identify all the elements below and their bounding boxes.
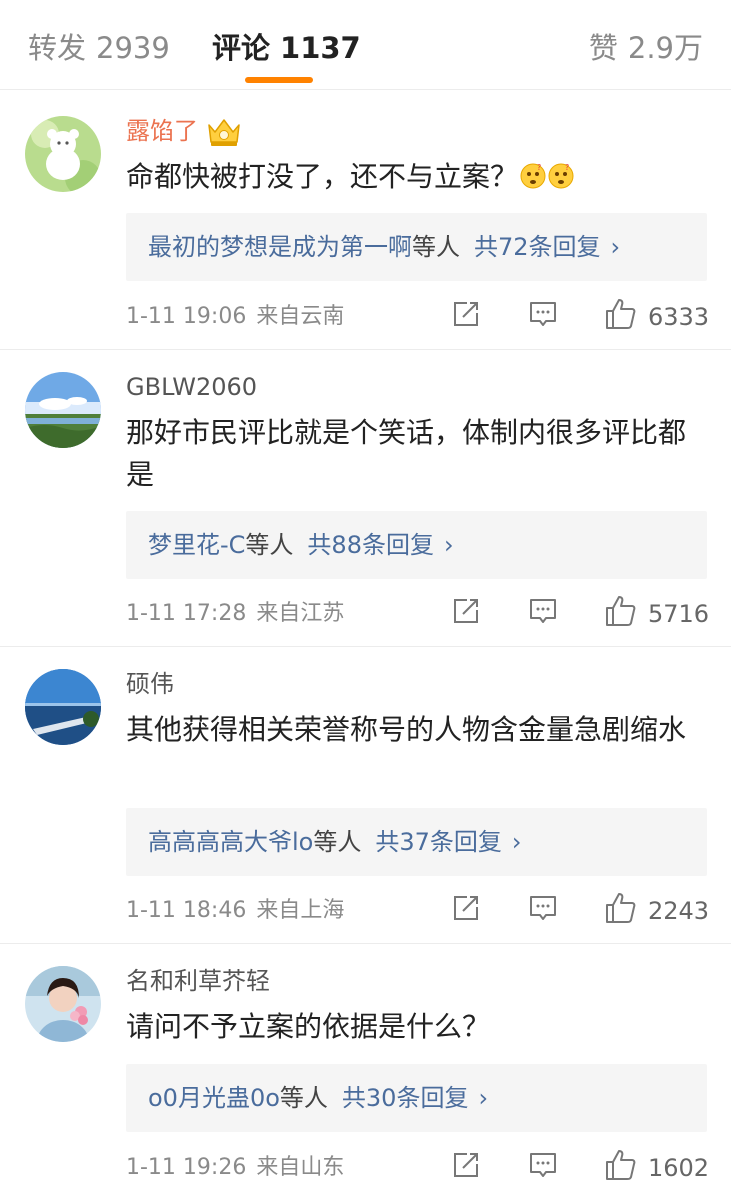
comment-item: 露馅了 命都快被打没了，还不与立案？ ? ? 最初的梦想是成为第一啊等人 共72条… xyxy=(0,94,731,350)
comment-text: 其他获得相关荣誉称号的人物含金量急剧缩水 xyxy=(126,709,711,751)
reply-suffix: 等人 xyxy=(245,531,294,559)
like-icon[interactable] xyxy=(604,297,638,333)
reply-preview[interactable]: 高高高高大爷lo等人 共37条回复 › xyxy=(126,808,707,876)
comment-text: 请问不予立案的依据是什么？ xyxy=(126,1006,711,1048)
comment-meta: 1-11 19:06 来自云南 xyxy=(126,301,344,333)
avatar[interactable] xyxy=(25,966,101,1042)
reply-suffix: 等人 xyxy=(313,828,362,856)
username-text: 名和利草芥轻 xyxy=(126,967,270,995)
avatar[interactable] xyxy=(25,372,101,448)
comment-text-body: 请问不予立案的依据是什么？ xyxy=(126,1010,491,1043)
avatar[interactable] xyxy=(25,116,101,192)
comment-source: 来自上海 xyxy=(256,898,345,923)
comment-icon[interactable] xyxy=(528,893,558,929)
comment-item: GBLW2060 那好市民评比就是个笑话，体制内很多评比都是 梦里花-C等人 共8… xyxy=(0,350,731,647)
reply-user-name[interactable]: 最初的梦想是成为第一啊 xyxy=(148,233,412,261)
reply-count: 共72条回复 xyxy=(474,233,601,261)
comment-icon[interactable] xyxy=(528,596,558,632)
tab-repost-label: 转发 xyxy=(28,31,87,65)
reply-preview[interactable]: 梦里花-C等人 共88条回复 › xyxy=(126,511,707,579)
chevron-right-icon: › xyxy=(443,531,454,559)
chevron-right-icon: › xyxy=(511,828,522,856)
tab-likes-label: 赞 xyxy=(588,31,618,65)
reply-preview[interactable]: o0月光蛊0o等人 共30条回复 › xyxy=(126,1064,707,1132)
reply-user-name[interactable]: 高高高高大爷lo xyxy=(148,828,313,856)
svg-text:?: ? xyxy=(537,163,541,172)
reply-user-name[interactable]: o0月光蛊0o xyxy=(148,1084,280,1112)
svg-text:?: ? xyxy=(565,163,569,172)
reply-count: 共30条回复 xyxy=(341,1084,469,1112)
reply-user-name[interactable]: 梦里花-C xyxy=(148,531,245,559)
tab-comments-count: 1137 xyxy=(280,31,361,65)
comment-time: 1-11 17:28 xyxy=(126,601,247,626)
comment-time: 1-11 19:06 xyxy=(126,304,247,329)
tab-comments[interactable]: 评论 1137 xyxy=(212,28,361,68)
username-text: 露馅了 xyxy=(126,117,198,145)
tab-repost-count: 2939 xyxy=(96,31,170,65)
chevron-right-icon: › xyxy=(610,233,621,261)
tab-repost[interactable]: 转发 2939 xyxy=(28,28,170,68)
reply-suffix: 等人 xyxy=(279,1084,328,1112)
confused-face-icon: ? xyxy=(520,159,546,189)
username-text: 硕伟 xyxy=(126,670,174,698)
like-icon[interactable] xyxy=(604,891,638,927)
comment-time: 1-11 19:26 xyxy=(126,1155,247,1180)
comment-text-body: 其他获得相关荣誉称号的人物含金量急剧缩水 xyxy=(126,713,687,746)
avatar[interactable] xyxy=(25,669,101,745)
reply-count: 共88条回复 xyxy=(307,531,434,559)
comment-tabs: 转发 2939 评论 1137 赞 2.9万 xyxy=(0,0,731,90)
confused-face-icon: ? xyxy=(548,159,574,189)
comment-text-body: 命都快被打没了，还不与立案？ xyxy=(126,160,519,193)
reply-preview[interactable]: 最初的梦想是成为第一啊等人 共72条回复 › xyxy=(126,213,707,281)
repost-icon[interactable] xyxy=(451,1150,481,1186)
like-count: 2243 xyxy=(648,897,710,925)
username[interactable]: GBLW2060 xyxy=(126,370,257,404)
like-count: 6333 xyxy=(648,303,710,331)
repost-icon[interactable] xyxy=(451,299,481,335)
comment-meta: 1-11 19:26 来自山东 xyxy=(126,1152,344,1184)
crown-icon xyxy=(204,116,244,148)
like-count: 1602 xyxy=(648,1154,710,1182)
comment-time: 1-11 18:46 xyxy=(126,898,247,923)
comment-text: 那好市民评比就是个笑话，体制内很多评比都是 xyxy=(126,412,711,496)
username[interactable]: 露馅了 xyxy=(126,114,244,148)
comment-source: 来自江苏 xyxy=(256,601,345,626)
comment-meta: 1-11 17:28 来自江苏 xyxy=(126,598,344,630)
comment-source: 来自山东 xyxy=(256,1155,345,1180)
username[interactable]: 名和利草芥轻 xyxy=(126,964,270,998)
repost-icon[interactable] xyxy=(451,893,481,929)
username-text: GBLW2060 xyxy=(126,373,258,401)
like-count: 5716 xyxy=(648,600,710,628)
comment-text: 命都快被打没了，还不与立案？ ? ? xyxy=(126,156,711,198)
like-icon[interactable] xyxy=(604,594,638,630)
comment-item: 硕伟 其他获得相关荣誉称号的人物含金量急剧缩水 高高高高大爷lo等人 共37条回复… xyxy=(0,647,731,944)
comment-icon[interactable] xyxy=(528,1150,558,1186)
username[interactable]: 硕伟 xyxy=(126,667,174,701)
comment-item: 名和利草芥轻 请问不予立案的依据是什么？ o0月光蛊0o等人 共30条回复 › 1-… xyxy=(0,944,731,1200)
like-icon[interactable] xyxy=(604,1148,638,1184)
repost-icon[interactable] xyxy=(451,596,481,632)
comment-source: 来自云南 xyxy=(256,304,345,329)
tab-likes-count: 2.9万 xyxy=(627,31,703,65)
tab-likes[interactable]: 赞 2.9万 xyxy=(589,28,703,68)
active-tab-indicator xyxy=(245,77,313,83)
comment-icon[interactable] xyxy=(528,299,558,335)
reply-count: 共37条回复 xyxy=(375,828,502,856)
chevron-right-icon: › xyxy=(478,1084,489,1112)
comment-text-body: 那好市民评比就是个笑话，体制内很多评比都是 xyxy=(126,416,687,491)
comment-meta: 1-11 18:46 来自上海 xyxy=(126,895,344,927)
tab-comments-label: 评论 xyxy=(212,31,271,65)
reply-suffix: 等人 xyxy=(412,233,460,261)
